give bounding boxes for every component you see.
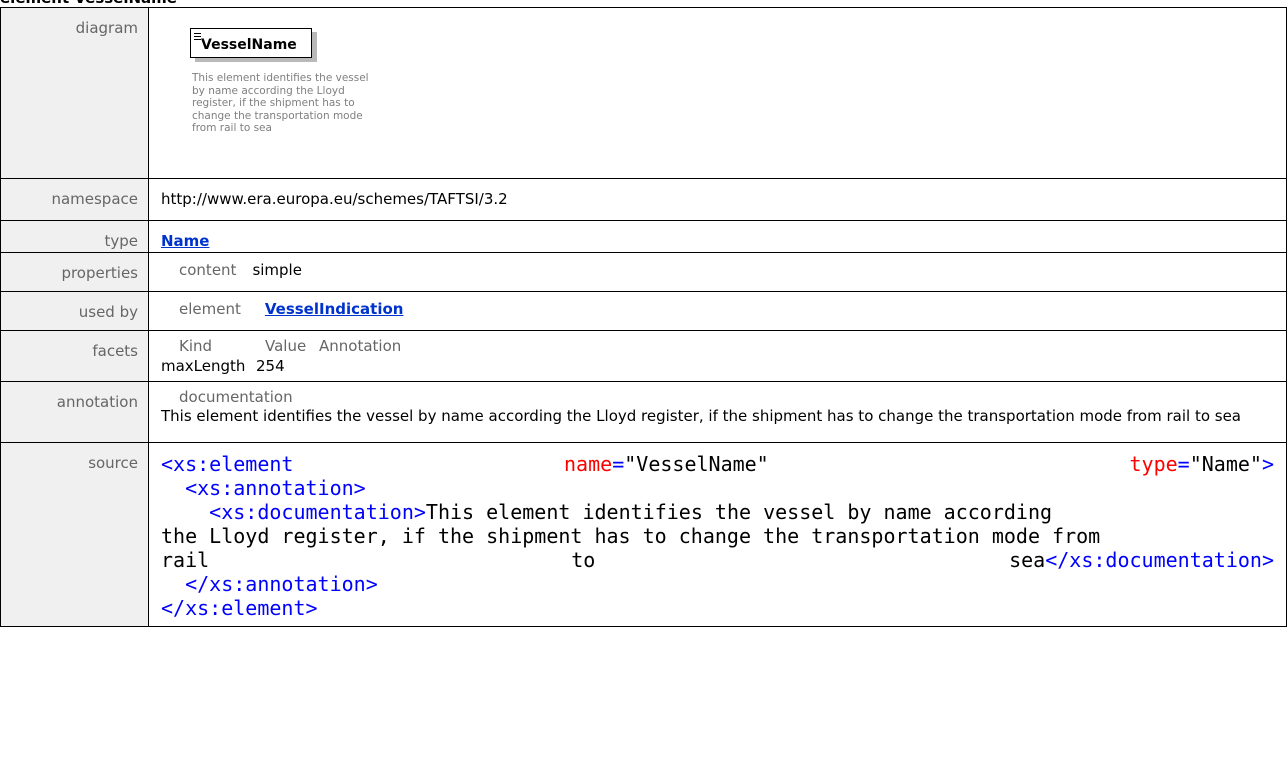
element-box[interactable]: VesselName xyxy=(190,28,312,58)
facets-row-item: maxLength 254 xyxy=(161,357,1286,377)
facets-header-value: Value xyxy=(265,337,307,355)
used-by-row: used by element VesselIndication xyxy=(0,291,1287,331)
src-l3-text: This element identifies the vessel by na… xyxy=(425,500,1053,524)
diagram-description: This element identifies the vessel by na… xyxy=(192,72,369,134)
src-l5-b: to xyxy=(571,548,596,572)
facets-label: facets xyxy=(0,330,149,382)
facets-header-kind: Kind xyxy=(179,337,213,355)
type-label: type xyxy=(0,220,149,253)
properties-key: content xyxy=(179,261,237,279)
namespace-label: namespace xyxy=(0,178,149,221)
element-lines-icon xyxy=(194,33,201,40)
src-l3-tag: <xs:documentation> xyxy=(209,500,426,524)
diagram: VesselName This element identifies the v… xyxy=(161,8,1286,178)
used-by-label: used by xyxy=(0,291,149,331)
namespace-value: http://www.era.europa.eu/schemes/TAFTSI/… xyxy=(161,190,508,208)
properties-label: properties xyxy=(0,252,149,292)
annotation-label: annotation xyxy=(0,381,149,443)
annotation-sub: documentation xyxy=(179,388,293,406)
used-by-key: element xyxy=(179,300,241,318)
type-link[interactable]: Name xyxy=(161,232,209,250)
source-row: source <xs:element name="VesselName" typ… xyxy=(0,442,1287,627)
type-row: type Name xyxy=(0,220,1287,253)
source-code: <xs:element name="VesselName" type="Name… xyxy=(161,452,1274,620)
src-l4: the Lloyd register, if the shipment has … xyxy=(161,524,1101,548)
diagram-label: diagram xyxy=(0,7,149,179)
properties-row: properties content simple xyxy=(0,252,1287,292)
namespace-row: namespace http://www.era.europa.eu/schem… xyxy=(0,178,1287,221)
src-l7: </xs:element> xyxy=(161,596,318,620)
facets-row: facets Kind Value Annotation maxLength 2… xyxy=(0,330,1287,382)
source-label: source xyxy=(0,442,149,627)
diagram-row: diagram VesselName This element identifi… xyxy=(0,7,1287,179)
element-doc-table: diagram VesselName This element identifi… xyxy=(0,7,1287,627)
annotation-text: This element identifies the vessel by na… xyxy=(161,407,1241,425)
src-l5-c: sea xyxy=(1009,548,1046,572)
facets-table: Kind Value Annotation maxLength 254 xyxy=(161,331,1286,381)
src-l1-open: <xs:element xyxy=(161,452,294,476)
facet-kind: maxLength xyxy=(161,357,246,375)
element-box-name: VesselName xyxy=(201,37,297,53)
src-l5-a: rail xyxy=(161,548,210,572)
facet-value: 254 xyxy=(256,357,285,375)
src-l6: </xs:annotation> xyxy=(185,572,378,596)
used-by-link[interactable]: VesselIndication xyxy=(265,300,404,330)
facets-header-annotation: Annotation xyxy=(319,337,402,355)
properties-value: simple xyxy=(252,261,302,279)
src-l2: <xs:annotation> xyxy=(185,476,366,500)
annotation-row: annotation documentation This element id… xyxy=(0,381,1287,443)
src-l5-close: </xs:documentation> xyxy=(1045,548,1274,572)
